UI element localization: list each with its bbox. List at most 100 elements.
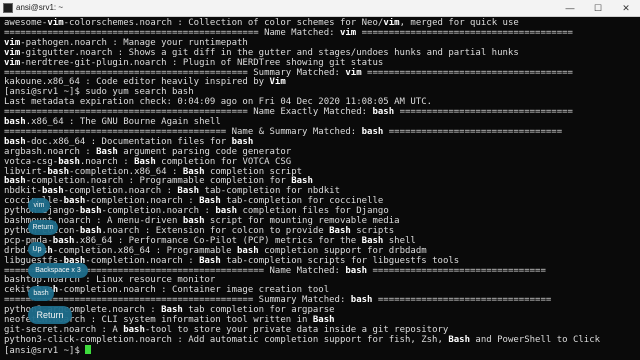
match-highlight: Bash [96,146,118,157]
line-text: ======================================= [356,27,573,38]
line-text: -completion.noarch : [101,206,216,217]
close-button[interactable]: ✕ [612,0,640,16]
keystroke-badge: Return [28,306,72,324]
terminal-output[interactable]: awesome-vim-colorschemes.noarch : Collec… [0,17,640,360]
match-highlight: bash [4,176,26,187]
line-text: votca-csg- [4,156,59,167]
line-text: -gitgutter.noarch : Shows a git diff in … [20,47,519,58]
line-text: [ansi@srv1 ~]$ [4,345,86,356]
match-highlight: bash [47,166,70,177]
line-text: ========================================… [4,67,346,78]
match-highlight: bash [58,156,80,167]
line-text: argument parsing code generator [117,146,292,157]
line-text: awesome- [4,18,48,28]
line-text: tab-completion for nbdkit [199,186,340,197]
match-highlight: bash [63,196,86,207]
match-highlight: Bash [448,334,471,345]
cursor-block [85,344,92,354]
line-text: shell [383,235,416,246]
line-text: Last metadata expiration check: 0:04:09 … [4,97,433,108]
match-highlight: bash [350,295,373,306]
match-highlight: vim [339,27,357,38]
line-text: -completion.noarch : [63,186,178,197]
line-text: -completion.noarch : Programmable comple… [25,176,292,187]
maximize-button[interactable]: ☐ [584,0,612,16]
line-text: completion support for drbdadm [258,245,427,256]
line-text: completion files for Django [237,206,389,217]
match-highlight: Bash [291,176,313,187]
match-highlight: bash [79,206,102,217]
match-highlight: bash [361,126,384,137]
match-highlight: vim [4,57,21,68]
line-text: .noarch : Extension for colcon to provid… [101,225,330,236]
match-highlight: vim [383,18,400,28]
match-highlight: Bash [199,196,221,207]
keystroke-badge: Return [28,220,58,235]
line-text: drbd- [4,245,32,256]
keystroke-badge: Up [28,242,46,257]
line-text: -completion.x86_64 : [69,166,183,177]
match-highlight: bash [4,117,26,127]
line-text: -completion.noarch : [85,196,200,207]
line-text: ========================================… [4,27,340,38]
window-title: ansi@srv1: ~ [16,3,64,12]
line-text: -tool to store your private data inside … [144,324,449,335]
line-text: .x86_64 : Performance Co-Pilot (PCP) met… [74,235,362,246]
match-highlight: vim [4,47,21,58]
line-text: kakoune.x86_64 : Code editor heavily ins… [4,77,270,88]
window-titlebar[interactable]: ansi@srv1: ~ — ☐ ✕ [0,0,640,17]
match-highlight: Vim [269,77,286,88]
line-text: .x86_64 : The GNU Bourne Again shell [25,117,221,127]
match-highlight: vim [345,67,362,78]
line-text: git-secret.noarch : A [4,324,124,335]
match-highlight: Bash [161,305,183,316]
match-highlight: bash [372,107,395,118]
line-text: -nerdtree-git-plugin.noarch : Plugin of … [20,57,384,68]
line-text: ========================================… [4,126,362,137]
match-highlight: bash [123,324,145,335]
match-highlight: bash [182,216,205,226]
line-text: -pathogen.noarch : Manage your runtimepa… [20,37,248,48]
line-text: ================================ [367,265,546,276]
match-highlight: Bash [182,166,205,177]
line-text: completion script [204,166,303,177]
match-highlight: Bash [134,156,156,167]
line-text: nbdkit- [4,186,42,197]
line-text: -completion.noarch : [85,255,200,266]
match-highlight: Bash [329,225,351,236]
line-text: ================================ [372,295,552,306]
line-text: script for mounting removable media [204,216,400,226]
line-text: argbash.noarch : [4,146,97,157]
match-highlight: vim [47,18,64,28]
keystroke-badge: Backspace x 3 [28,263,88,278]
line-text: -completion.noarch : Container image cre… [58,285,330,296]
terminal-line: [ansi@srv1 ~]$ [4,344,634,356]
line-text: scripts [350,225,395,236]
match-highlight: bash [215,206,238,217]
line-text: completion for VOTCA CSG [155,156,292,167]
line-text: ================================ [394,107,573,118]
line-text: , merged for quick use [399,18,519,28]
line-text: -completion.x86_64 : Programmable [52,245,238,256]
match-highlight: Bash [361,235,384,246]
match-highlight: bash [4,136,26,147]
line-text: ====================================== [361,67,573,78]
match-highlight: bash [237,245,259,256]
line-text: .noarch : [79,156,135,167]
line-text: ================================ [383,126,563,137]
match-highlight: bash [79,225,102,236]
line-text: ========================================… [4,295,351,306]
line-text: tab completion for argparse [182,305,335,316]
line-text: python3-click-completion.noarch : Add au… [4,334,449,345]
match-highlight: Bash [199,255,221,266]
line-text: [ansi@srv1 ~]$ sudo yum search bash [4,87,194,98]
line-text: ========================================… [4,107,373,118]
line-text: -colorschemes.noarch : Collection of col… [63,18,384,28]
line-text: libvirt- [4,166,48,177]
match-highlight: Bash [177,186,200,197]
match-highlight: Bash [312,315,335,325]
line-text: tab-completion scripts for libguestfs to… [220,255,460,266]
keystroke-badge: vim [28,198,50,213]
minimize-button[interactable]: — [556,0,584,16]
keystroke-badge: bash [28,286,54,301]
